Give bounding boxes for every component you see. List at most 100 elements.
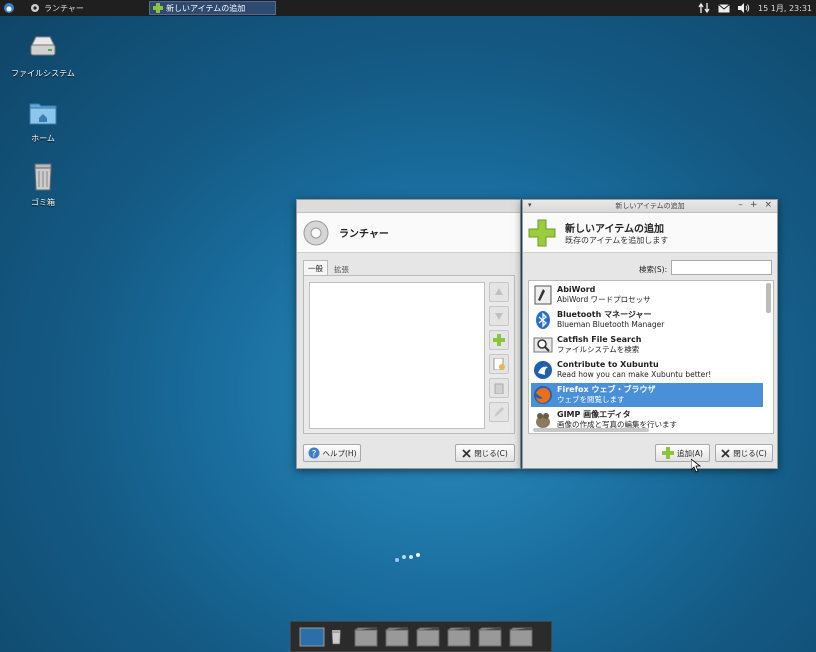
header-subtitle: 既存のアイテムを追加します <box>565 235 669 245</box>
launcher-titlebar[interactable] <box>297 200 520 213</box>
xubuntu-icon <box>534 361 552 379</box>
launcher-item-list[interactable] <box>309 282 485 429</box>
vertical-scrollbar[interactable] <box>766 283 771 313</box>
desktop-icon-trash[interactable]: ゴミ箱 <box>8 162 78 208</box>
add-item-window: ▾ 新しいアイテムの追加 – + × 新しいアイテムの追加 既存のアイテムを追加… <box>522 199 778 473</box>
launcher-title: ランチャー <box>339 229 389 240</box>
new-document-icon <box>493 358 505 370</box>
add-button-label: 追加(A) <box>677 448 703 458</box>
home-folder-icon <box>29 103 57 125</box>
firefox-icon <box>534 386 552 404</box>
add-item-titlebar[interactable]: ▾ 新しいアイテムの追加 – + × <box>523 200 777 213</box>
drive-icon <box>30 36 56 56</box>
taskbar-button-label: 新しいアイテムの追加 <box>166 3 246 13</box>
workspace-1-icon[interactable] <box>353 626 379 648</box>
item-desc: AbiWord ワードプロセッサ <box>557 295 651 304</box>
add-item-button[interactable] <box>489 330 509 350</box>
close-button[interactable]: 閉じる(C) <box>455 444 515 462</box>
svg-text:?: ? <box>311 450 316 460</box>
show-desktop-icon[interactable] <box>299 626 325 648</box>
trash-icon <box>34 163 52 191</box>
launcher-panel-item[interactable]: ランチャー <box>26 0 88 16</box>
gear-icon <box>31 4 39 12</box>
trash-icon <box>494 383 504 394</box>
window-menu-icon[interactable]: ▾ <box>528 201 532 209</box>
item-desc: ウェブを閲覧します <box>557 395 625 404</box>
list-item[interactable]: Bluetooth マネージャー Blueman Bluetooth Manage… <box>531 308 763 332</box>
taskbar-button-add-item[interactable]: 新しいアイテムの追加 <box>149 1 276 15</box>
workspace-3-icon[interactable] <box>415 626 441 648</box>
desktop-icon-label: ファイルシステム <box>11 69 75 78</box>
close-icon <box>462 448 471 458</box>
maximize-icon[interactable]: + <box>750 200 758 210</box>
workspace-2-icon[interactable] <box>384 626 410 648</box>
mail-icon[interactable] <box>718 3 730 13</box>
add-icon <box>493 334 505 346</box>
close-button-label: 閉じる(C) <box>733 448 767 458</box>
workspace-5-icon[interactable] <box>477 626 503 648</box>
move-down-button[interactable] <box>489 306 509 326</box>
arrow-down-icon <box>495 313 503 320</box>
item-name: Contribute to Xubuntu <box>557 360 659 369</box>
item-desc: Read how you can make Xubuntu better! <box>557 370 712 379</box>
desktop-icon-filesystem[interactable]: ファイルシステム <box>8 33 78 79</box>
launcher-panel-label: ランチャー <box>44 3 84 13</box>
item-desc: Blueman Bluetooth Manager <box>557 320 665 329</box>
close-button[interactable]: 閉じる(C) <box>715 444 773 462</box>
add-icon <box>662 447 674 459</box>
header-title: 新しいアイテムの追加 <box>565 223 664 235</box>
clock[interactable]: 15 1月, 23:31 <box>758 3 812 14</box>
item-name: Firefox ウェブ・ブラウザ <box>557 385 656 394</box>
item-name: Catfish File Search <box>557 335 642 344</box>
item-name: AbiWord <box>557 285 596 294</box>
close-button-label: 閉じる(C) <box>474 448 508 458</box>
search-label: 検索(S): <box>639 265 668 274</box>
window-title: 新しいアイテムの追加 <box>615 202 685 210</box>
arrow-up-icon <box>495 288 503 295</box>
close-icon <box>721 448 730 458</box>
add-new-item-button[interactable] <box>489 354 509 374</box>
desktop-icon-label: ホーム <box>31 134 55 143</box>
loading-spinner-icon <box>395 553 420 562</box>
tab-panel <box>303 275 515 434</box>
close-icon[interactable]: × <box>764 200 772 210</box>
volume-icon[interactable] <box>738 3 750 13</box>
move-up-button[interactable] <box>489 282 509 302</box>
help-button[interactable]: ? ヘルプ(H) <box>303 444 361 462</box>
desktop-icon-label: ゴミ箱 <box>31 198 55 207</box>
item-desc: ファイルシステムを検索 <box>557 345 640 354</box>
launcher-header: ランチャー <box>297 213 520 253</box>
horizontal-scrollbar[interactable] <box>533 428 649 432</box>
list-item[interactable]: Catfish File Search ファイルシステムを検索 <box>531 333 763 357</box>
bottom-dock <box>290 621 552 652</box>
add-button[interactable]: 追加(A) <box>655 444 710 462</box>
search-icon <box>533 337 553 353</box>
abiword-icon <box>534 285 552 305</box>
list-item-selected[interactable]: Firefox ウェブ・ブラウザ ウェブを閲覧します <box>531 383 763 407</box>
help-button-label: ヘルプ(H) <box>322 448 357 458</box>
search-input[interactable] <box>671 260 772 275</box>
xubuntu-logo-icon <box>4 3 14 13</box>
add-item-header: 新しいアイテムの追加 既存のアイテムを追加します <box>523 213 777 253</box>
gimp-icon <box>536 413 550 428</box>
add-icon <box>153 3 163 13</box>
applications-menu-button[interactable] <box>0 0 18 16</box>
list-item[interactable]: Contribute to Xubuntu Read how you can ma… <box>531 358 763 382</box>
delete-item-button[interactable] <box>489 378 509 398</box>
list-item[interactable]: AbiWord AbiWord ワードプロセッサ <box>531 283 763 307</box>
top-panel: ランチャー 新しいアイテムの追加 15 1月, 23:31 <box>0 0 816 16</box>
mouse-cursor-icon <box>691 459 701 473</box>
help-icon: ? <box>308 447 319 460</box>
network-icon[interactable] <box>698 3 710 13</box>
trash-icon[interactable] <box>330 626 348 648</box>
desktop-icon-home[interactable]: ホーム <box>8 98 78 144</box>
add-icon <box>528 219 556 246</box>
gear-icon <box>303 220 329 245</box>
workspace-6-icon[interactable] <box>508 626 534 648</box>
launcher-properties-window: ランチャー 一般 拡張 ? ヘルプ(H) 閉じる(C) <box>296 199 521 469</box>
workspace-4-icon[interactable] <box>446 626 472 648</box>
item-list[interactable]: AbiWord AbiWord ワードプロセッサ Bluetooth マネージャー… <box>528 280 774 434</box>
edit-item-button[interactable] <box>489 402 509 422</box>
item-name: GIMP 画像エディタ <box>557 410 631 419</box>
minimize-icon[interactable]: – <box>738 200 743 210</box>
